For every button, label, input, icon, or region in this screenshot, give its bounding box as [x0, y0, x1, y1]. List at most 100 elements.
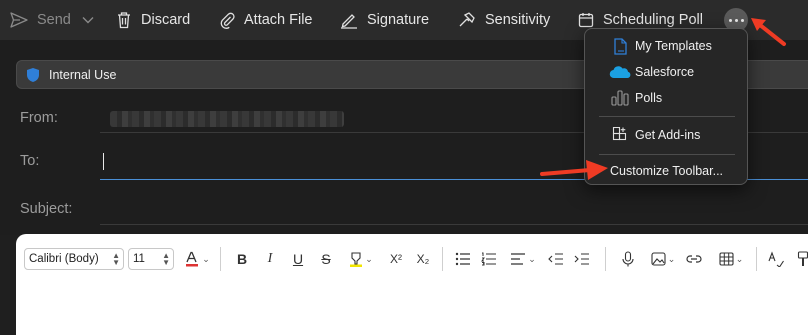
calendar-icon [578, 13, 594, 28]
menu-item-label: My Templates [635, 39, 712, 53]
spelling-icon [768, 251, 784, 267]
menu-item-get-add-ins[interactable]: Get Add-ins [585, 123, 749, 147]
menu-item-label: Polls [635, 91, 663, 105]
chevron-down-icon: ⌄ [365, 253, 373, 264]
outdent-icon [548, 253, 563, 265]
discard-button[interactable]: Discard [116, 0, 190, 40]
dictate-button[interactable] [618, 249, 638, 269]
more-dot [740, 18, 744, 22]
sensitivity-button[interactable]: Sensitivity [458, 0, 550, 40]
bullets-button[interactable] [453, 249, 473, 269]
paperclip-icon [220, 12, 235, 29]
menu-divider [599, 154, 735, 155]
align-left-icon [511, 253, 526, 265]
link-icon [686, 255, 702, 263]
signature-pen-icon [341, 14, 357, 29]
more-dot [728, 18, 732, 22]
format-painter-button[interactable] [793, 249, 808, 269]
subscript-button[interactable]: X₂ [413, 249, 433, 269]
menu-item-label: Get Add-ins [635, 128, 701, 142]
menu-divider [599, 116, 735, 117]
discard-label: Discard [141, 12, 191, 28]
underline-icon: U [292, 251, 304, 267]
from-label: From: [20, 110, 58, 126]
salesforce-cloud-icon [608, 65, 632, 79]
table-icon [719, 252, 734, 266]
send-button[interactable]: Send [10, 0, 71, 40]
font-family-value: Calibri (Body) [29, 253, 99, 265]
formatting-toolbar: Calibri (Body) ▲ ▼ 11 ▲ ▼ ⌄ B I U S ⌄ X² X… [16, 234, 808, 284]
increase-indent-button[interactable] [572, 249, 592, 269]
attach-file-label: Attach File [244, 12, 313, 28]
italic-icon: I [267, 251, 273, 266]
underline-button[interactable]: U [288, 249, 308, 269]
add-ins-icon [608, 127, 632, 143]
insert-picture-button[interactable]: ⌄ [646, 249, 680, 269]
sensitivity-banner-label: Internal Use [49, 67, 117, 82]
highlight-button[interactable]: ⌄ [344, 249, 378, 269]
stepper-icon: ▲ ▼ [112, 251, 120, 267]
superscript-icon: X² [390, 252, 402, 266]
sensitivity-icon [459, 12, 475, 27]
decrease-indent-button[interactable] [546, 249, 566, 269]
menu-item-label: Customize Toolbar... [610, 164, 724, 178]
italic-button[interactable]: I [260, 249, 280, 269]
insert-table-button[interactable]: ⌄ [714, 249, 748, 269]
chevron-down-icon: ⌄ [735, 253, 744, 264]
font-color-button[interactable]: ⌄ [182, 249, 212, 269]
chevron-down-icon: ⌄ [202, 253, 210, 264]
superscript-button[interactable]: X² [386, 249, 406, 269]
strikethrough-icon: S [321, 251, 331, 267]
insert-link-button[interactable] [684, 249, 704, 269]
font-color-icon [186, 251, 199, 267]
editor-button[interactable] [766, 249, 786, 269]
attach-file-button[interactable]: Attach File [219, 0, 313, 40]
signature-label: Signature [367, 12, 430, 28]
highlighter-icon [350, 252, 363, 267]
annotation-arrow-icon [540, 160, 608, 180]
templates-icon [608, 37, 632, 55]
annotation-arrow-icon [751, 18, 786, 46]
message-body-editor[interactable]: Calibri (Body) ▲ ▼ 11 ▲ ▼ ⌄ B I U S ⌄ X² X… [16, 234, 808, 335]
menu-item-polls[interactable]: Polls [585, 86, 749, 110]
trash-icon [118, 12, 130, 29]
indent-icon [574, 253, 589, 265]
bulleted-list-icon [455, 252, 470, 266]
sensitivity-label: Sensitivity [485, 12, 551, 28]
scheduling-poll-label: Scheduling Poll [603, 12, 703, 28]
strikethrough-button[interactable]: S [316, 249, 336, 269]
subscript-icon: X₂ [416, 252, 430, 266]
picture-icon [651, 252, 666, 266]
bold-button[interactable]: B [232, 249, 252, 269]
toolbar-divider [756, 247, 757, 271]
numbered-list-icon [481, 252, 496, 266]
to-label: To: [20, 153, 40, 169]
numbering-button[interactable] [479, 249, 499, 269]
from-account-redacted[interactable] [110, 111, 344, 127]
signature-button[interactable]: Signature [340, 0, 429, 40]
text-cursor [103, 153, 104, 170]
subject-field[interactable] [100, 197, 800, 221]
toolbar-divider [442, 247, 443, 271]
stepper-icon: ▲ ▼ [162, 251, 170, 267]
chevron-down-icon [82, 17, 94, 24]
font-size-select[interactable]: 11 ▲ ▼ [128, 248, 174, 270]
font-family-select[interactable]: Calibri (Body) ▲ ▼ [24, 248, 124, 270]
send-icon [10, 12, 28, 28]
chevron-down-icon: ⌄ [667, 253, 676, 264]
subject-label: Subject: [20, 201, 73, 217]
chevron-down-icon: ⌄ [528, 253, 536, 264]
bold-icon: B [236, 251, 248, 267]
to-field[interactable] [100, 150, 540, 174]
toolbar-divider [220, 247, 221, 271]
menu-item-my-templates[interactable]: My Templates [585, 34, 749, 58]
more-dot [734, 18, 738, 22]
subject-divider [100, 224, 808, 225]
menu-item-salesforce[interactable]: Salesforce [585, 60, 749, 84]
send-label: Send [37, 12, 71, 28]
align-button[interactable]: ⌄ [506, 249, 540, 269]
microphone-icon [622, 251, 634, 267]
font-size-value: 11 [133, 253, 145, 265]
send-options-button[interactable] [82, 0, 103, 40]
polls-icon [608, 90, 632, 106]
